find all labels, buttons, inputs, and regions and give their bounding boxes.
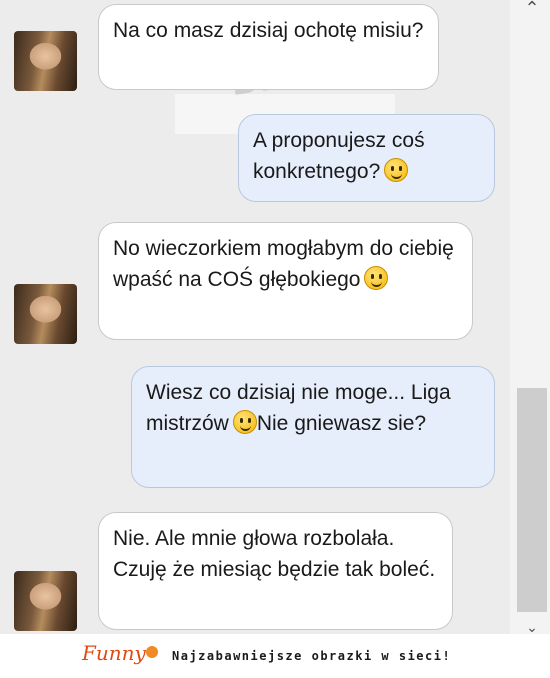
message-text: No wieczorkiem mogłabym do ciebię wpaść … [113,237,454,291]
chevron-up-icon[interactable]: ⌃ [519,0,545,18]
logo-text: Funny [82,641,146,665]
chevron-down-icon[interactable]: ⌄ [519,619,545,634]
message-incoming: No wieczorkiem mogłabym do ciebię wpaść … [98,222,473,340]
message-incoming: Na co masz dzisiaj ochotę misiu? [98,4,439,90]
message-text: Nie gniewasz sie? [256,412,427,435]
grin-emoji-icon [232,410,257,434]
site-logo[interactable]: Funny [82,641,158,665]
chat-window: BEKA BEK Na co masz dzisiaj ochotę misiu… [0,0,550,634]
avatar[interactable] [14,571,77,631]
message-outgoing: Wiesz co dzisiaj nie moge... Liga mistrz… [131,366,495,488]
wink-emoji-icon [364,266,389,290]
avatar[interactable] [14,284,77,344]
logo-badge-icon [145,646,158,658]
avatar[interactable] [14,31,77,91]
message-text: Na co masz dzisiaj ochotę misiu? [113,19,424,42]
footer-tagline: Najzabawniejsze obrazki w sieci! [172,649,452,663]
message-incoming: Nie. Ale mnie głowa rozbolała. Czuję że … [98,512,453,630]
tongue-out-emoji-icon [384,158,409,182]
message-outgoing: A proponujesz coś konkretnego? [238,114,495,202]
scrollbar-thumb[interactable] [517,388,547,612]
message-text: Nie. Ale mnie głowa rozbolała. Czuję że … [113,527,436,581]
